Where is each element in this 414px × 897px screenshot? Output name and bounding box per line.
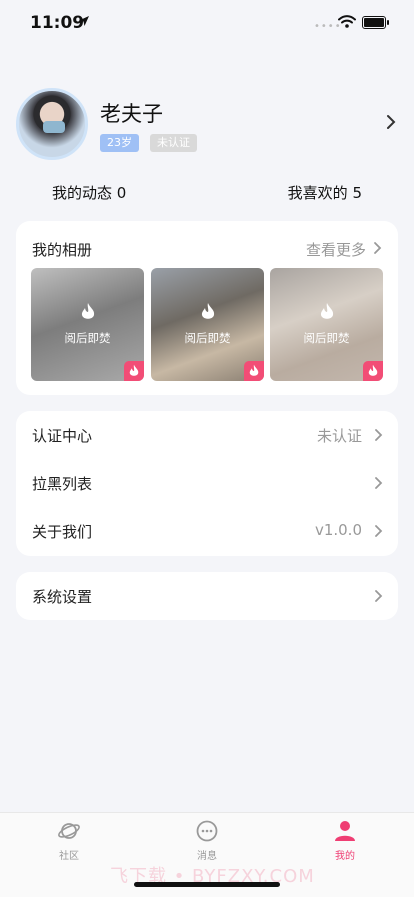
status-time: 11:09 — [30, 13, 85, 33]
fire-badge — [244, 361, 264, 381]
profile-header[interactable]: 老夫子 23岁 未认证 — [0, 86, 414, 166]
my-likes-stat[interactable]: 我喜欢的 5 — [288, 182, 362, 203]
menu-item-label: 认证中心 — [32, 427, 93, 445]
album-photo[interactable]: 阅后即焚 — [151, 268, 264, 381]
menu-item-system-settings[interactable]: 系统设置 — [16, 572, 398, 620]
chevron-right-icon[interactable] — [386, 114, 396, 130]
battery-icon — [362, 16, 389, 29]
planet-icon — [58, 823, 80, 839]
album-photo[interactable]: 阅后即焚 — [31, 268, 144, 381]
tab-community[interactable]: 社区 — [0, 813, 138, 869]
menu-item-value: 未认证 — [316, 427, 362, 445]
menu-item-blacklist[interactable]: 拉黑列表 — [16, 459, 398, 507]
stats-row: 我的动态 0 我喜欢的 5 — [0, 182, 414, 204]
view-more-link[interactable]: 查看更多 — [306, 239, 366, 260]
tab-messages[interactable]: 消息 — [138, 813, 276, 869]
flame-icon — [129, 364, 139, 376]
dynamics-label: 我的动态 — [52, 184, 113, 202]
location-arrow-icon — [79, 16, 89, 26]
flame-icon — [320, 303, 334, 319]
fire-badge — [363, 361, 383, 381]
person-icon — [335, 821, 355, 841]
album-title: 我的相册 — [32, 241, 93, 259]
chevron-right-icon — [375, 590, 383, 602]
menu-item-label: 系统设置 — [32, 588, 93, 606]
flame-icon — [201, 303, 215, 319]
tab-label: 我的 — [335, 851, 355, 862]
chevron-right-icon — [375, 429, 383, 441]
menu-item-label: 拉黑列表 — [32, 475, 93, 493]
menu-item-about-us[interactable]: 关于我们 v1.0.0 — [16, 507, 398, 555]
album-photo[interactable]: 阅后即焚 — [270, 268, 383, 381]
chat-bubble-icon — [196, 820, 218, 842]
settings-card: 系统设置 — [16, 572, 398, 620]
version-label: v1.0.0 — [314, 521, 362, 539]
fire-badge — [124, 361, 144, 381]
album-card: 我的相册 查看更多 阅后即焚 阅后即焚 阅后即焚 — [16, 221, 398, 395]
age-badge: 23岁 — [100, 134, 139, 152]
auth-status-badge: 未认证 — [150, 134, 197, 152]
menu-item-label: 关于我们 — [32, 523, 93, 541]
flame-icon — [368, 364, 378, 376]
tab-mine[interactable]: 我的 — [276, 813, 414, 869]
burn-after-reading-label: 阅后即焚 — [303, 331, 350, 345]
flame-icon — [249, 364, 259, 376]
tab-label: 消息 — [197, 851, 217, 862]
status-bar: 11:09 •••• — [0, 0, 414, 46]
dynamics-count: 0 — [116, 184, 127, 202]
avatar[interactable] — [16, 88, 88, 160]
my-dynamics-stat[interactable]: 我的动态 0 — [52, 182, 126, 203]
tab-label: 社区 — [59, 851, 79, 862]
profile-name: 老夫子 — [100, 102, 163, 126]
wifi-icon — [338, 15, 356, 28]
chevron-right-icon — [375, 525, 383, 537]
burn-after-reading-label: 阅后即焚 — [184, 331, 231, 345]
menu-item-auth-center[interactable]: 认证中心 未认证 — [16, 411, 398, 459]
menu-card: 认证中心 未认证 拉黑列表 关于我们 v1.0.0 — [16, 411, 398, 556]
likes-count: 5 — [352, 184, 362, 202]
home-indicator — [134, 882, 280, 887]
flame-icon — [81, 303, 95, 319]
chevron-right-icon[interactable] — [373, 241, 382, 255]
burn-after-reading-label: 阅后即焚 — [64, 331, 111, 345]
chevron-right-icon — [375, 477, 383, 489]
likes-label: 我喜欢的 — [287, 184, 348, 202]
